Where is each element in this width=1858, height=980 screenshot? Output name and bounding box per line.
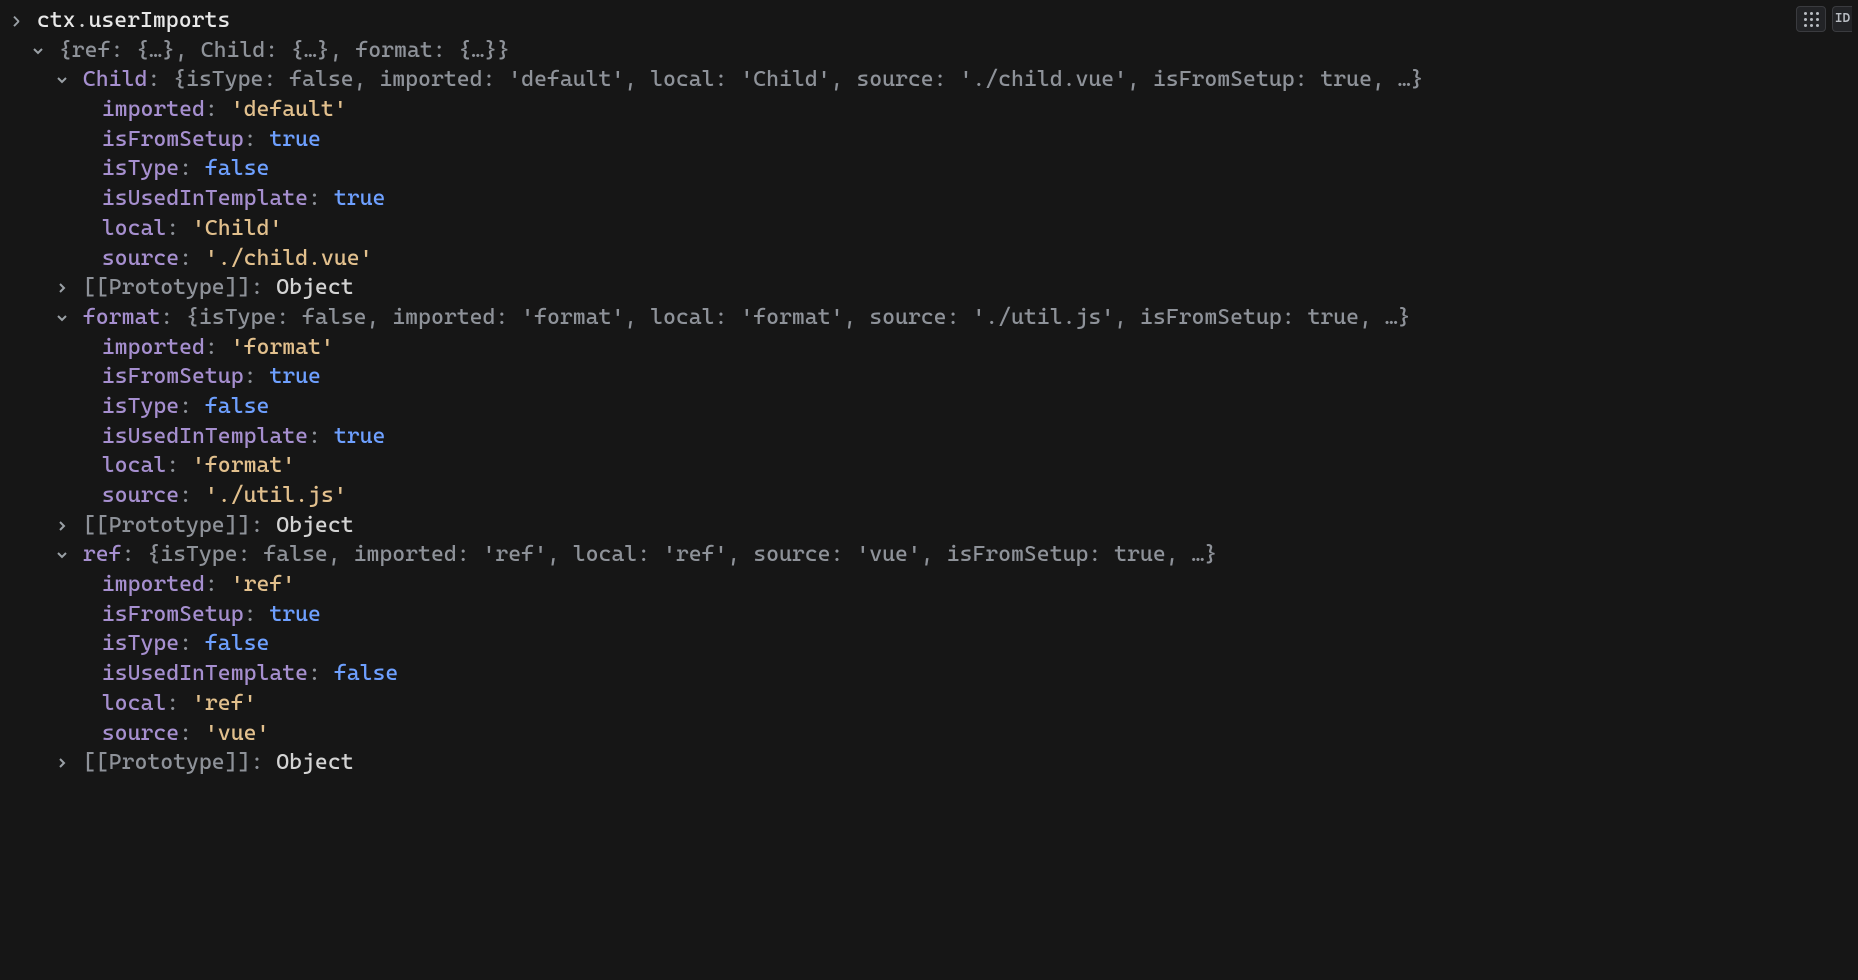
prop-value: 'Child' (192, 216, 282, 241)
chevron-right-icon (54, 511, 70, 541)
prop-value: false (205, 156, 269, 181)
object-property[interactable]: isFromSetup: true (0, 125, 1858, 155)
input-arrow-icon: › (8, 6, 24, 36)
internal-slot-key: [[Prototype]] (83, 750, 251, 775)
prop-key: isFromSetup (102, 602, 244, 627)
object-entry[interactable]: Child: {isType: false, imported: 'defaul… (0, 65, 1858, 95)
prop-value: './util.js' (205, 483, 347, 508)
chevron-down-icon (54, 540, 70, 570)
prop-value: './child.vue' (205, 246, 373, 271)
prop-key: isType (102, 156, 179, 181)
object-property[interactable]: isType: false (0, 154, 1858, 184)
object-property[interactable]: isUsedInTemplate: true (0, 422, 1858, 452)
console-command-text: ctx.userImports (37, 8, 230, 33)
prop-value: 'vue' (205, 721, 269, 746)
object-property[interactable]: isFromSetup: true (0, 362, 1858, 392)
grip-icon (1804, 12, 1819, 27)
object-property[interactable]: local: 'ref' (0, 689, 1858, 719)
prop-key: local (102, 453, 166, 478)
object-entry[interactable]: format: {isType: false, imported: 'forma… (0, 303, 1858, 333)
prop-value: true (334, 186, 386, 211)
prop-value: 'ref' (231, 572, 295, 597)
object-property[interactable]: local: 'Child' (0, 214, 1858, 244)
console-toolbar: ID (1796, 6, 1852, 32)
prop-key: isUsedInTemplate (102, 186, 308, 211)
entry-key: format (83, 305, 160, 330)
prop-value: true (269, 602, 321, 627)
prop-key: imported (102, 572, 205, 597)
prop-key: isFromSetup (102, 364, 244, 389)
prop-value: false (205, 631, 269, 656)
object-property[interactable]: source: './child.vue' (0, 244, 1858, 274)
object-entry[interactable]: ref: {isType: false, imported: 'ref', lo… (0, 540, 1858, 570)
prop-value: true (269, 364, 321, 389)
chevron-down-icon (30, 36, 46, 66)
prop-value: 'ref' (192, 691, 256, 716)
prop-value: 'default' (231, 97, 347, 122)
entry-summary: {isType: false, imported: 'ref', local: … (147, 542, 1217, 567)
object-property[interactable]: isFromSetup: true (0, 600, 1858, 630)
chevron-down-icon (54, 65, 70, 95)
chevron-down-icon (54, 303, 70, 333)
prop-key: source (102, 483, 179, 508)
prototype-row[interactable]: [[Prototype]]: Object (0, 273, 1858, 303)
prototype-row[interactable]: [[Prototype]]: Object (0, 511, 1858, 541)
object-property[interactable]: isType: false (0, 629, 1858, 659)
entry-summary: {isType: false, imported: 'default', loc… (173, 67, 1423, 92)
object-property[interactable]: source: 'vue' (0, 719, 1858, 749)
prop-key: isType (102, 394, 179, 419)
root-summary: {ref: {…}, Child: {…}, format: {…}} (59, 38, 510, 63)
internal-slot-key: [[Prototype]] (83, 275, 251, 300)
prop-value: false (334, 661, 398, 686)
prop-value: true (269, 127, 321, 152)
id-button[interactable]: ID (1832, 6, 1852, 32)
internal-slot-key: [[Prototype]] (83, 513, 251, 538)
object-property[interactable]: imported: 'default' (0, 95, 1858, 125)
prop-key: isType (102, 631, 179, 656)
prop-value: true (334, 424, 386, 449)
prop-value: false (205, 394, 269, 419)
prototype-row[interactable]: [[Prototype]]: Object (0, 748, 1858, 778)
object-property[interactable]: local: 'format' (0, 451, 1858, 481)
entry-key: Child (83, 67, 147, 92)
devtools-console: ID › ctx.userImports {ref: {…}, Child: {… (0, 0, 1858, 778)
prop-key: isFromSetup (102, 127, 244, 152)
object-root[interactable]: {ref: {…}, Child: {…}, format: {…}} (0, 36, 1858, 66)
prop-key: local (102, 216, 166, 241)
prop-key: source (102, 246, 179, 271)
chevron-right-icon (54, 273, 70, 303)
console-input-line: › ctx.userImports (0, 6, 1858, 36)
object-property[interactable]: isUsedInTemplate: true (0, 184, 1858, 214)
internal-slot-value: Object (276, 275, 353, 300)
prop-key: imported (102, 97, 205, 122)
object-entries: Child: {isType: false, imported: 'defaul… (0, 65, 1858, 778)
prop-key: isUsedInTemplate (102, 661, 308, 686)
prop-key: imported (102, 335, 205, 360)
prop-key: isUsedInTemplate (102, 424, 308, 449)
object-property[interactable]: imported: 'format' (0, 333, 1858, 363)
chevron-right-icon (54, 748, 70, 778)
object-property[interactable]: source: './util.js' (0, 481, 1858, 511)
id-label: ID (1835, 10, 1850, 28)
object-property[interactable]: isType: false (0, 392, 1858, 422)
prop-value: 'format' (231, 335, 334, 360)
internal-slot-value: Object (276, 513, 353, 538)
entry-summary: {isType: false, imported: 'format', loca… (186, 305, 1411, 330)
prop-key: local (102, 691, 166, 716)
drag-handle[interactable] (1796, 6, 1826, 32)
prop-key: source (102, 721, 179, 746)
internal-slot-value: Object (276, 750, 353, 775)
object-property[interactable]: isUsedInTemplate: false (0, 659, 1858, 689)
prop-value: 'format' (192, 453, 295, 478)
object-property[interactable]: imported: 'ref' (0, 570, 1858, 600)
entry-key: ref (83, 542, 122, 567)
